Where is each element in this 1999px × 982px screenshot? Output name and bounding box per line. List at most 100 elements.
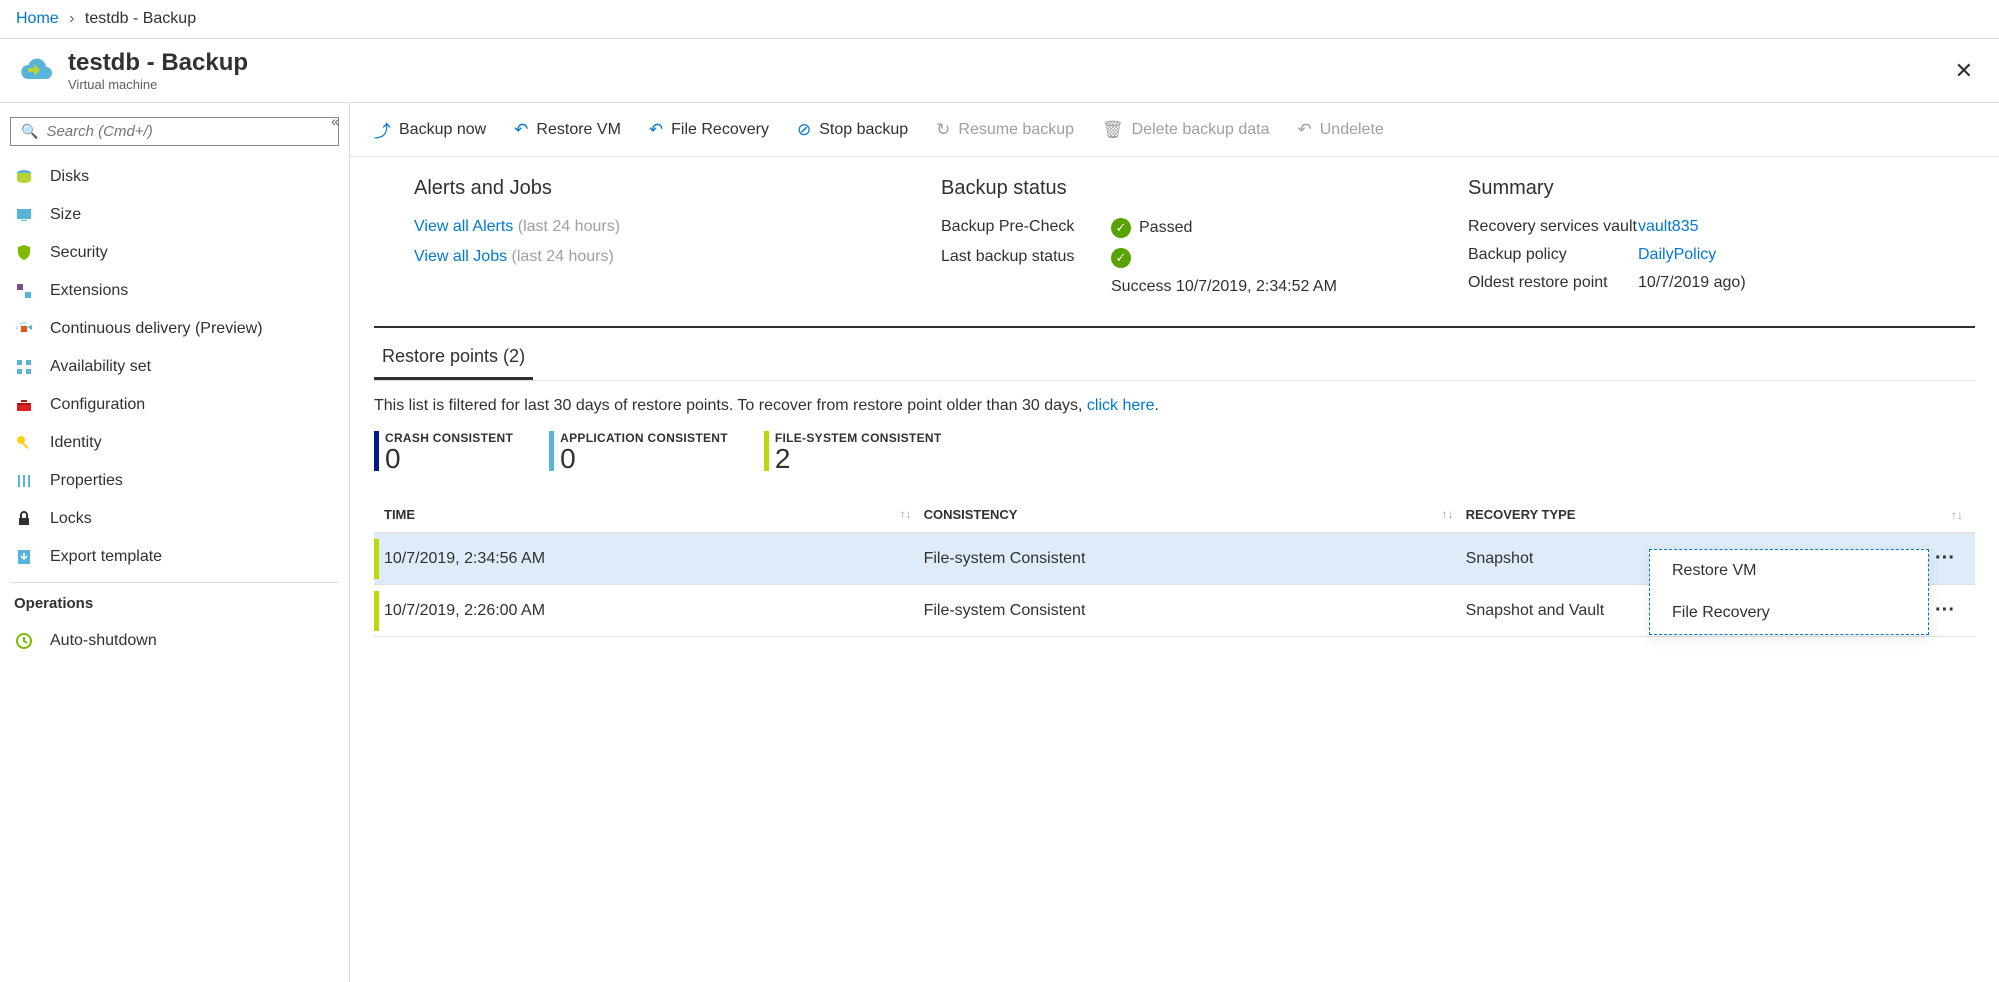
blade-header: testdb - Backup Virtual machine ✕	[0, 39, 1999, 103]
view-jobs-link[interactable]: View all Jobs	[414, 248, 507, 265]
breadcrumb-home[interactable]: Home	[16, 10, 59, 27]
status-column: Backup status Backup Pre-Check✓ Passed La…	[941, 177, 1408, 306]
col-label: CONSISTENCY	[924, 507, 1018, 522]
col-label: TIME	[384, 507, 415, 522]
sidebar-item-label: Properties	[50, 472, 123, 490]
counter-label: APPLICATION CONSISTENT	[560, 431, 728, 445]
col-recovery[interactable]: RECOVERY TYPE	[1466, 497, 1935, 533]
oldest-value: 10/7/2019 ago)	[1638, 274, 1746, 292]
lastbackup-label: Last backup status	[941, 248, 1111, 268]
value: Passed	[1139, 219, 1192, 236]
toolbox-icon	[14, 395, 34, 415]
col-time[interactable]: TIME ↑↓	[384, 497, 924, 533]
sidebar-item-properties[interactable]: Properties	[0, 462, 349, 500]
delete-backup-data-button: 🗑 Delete backup data	[1102, 120, 1269, 140]
sidebar-item-extensions[interactable]: Extensions	[0, 272, 349, 310]
upload-icon: ⤴	[374, 117, 391, 142]
accent-bar	[549, 431, 554, 471]
sidebar-item-configuration[interactable]: Configuration	[0, 386, 349, 424]
vault-label: Recovery services vault	[1468, 218, 1638, 236]
main-content: ⤴ Backup now ↶Restore VM ↶ File Recovery ⊘…	[350, 103, 1999, 982]
trash-icon: 🗑	[1102, 120, 1124, 140]
label: File Recovery	[671, 121, 769, 139]
search-input[interactable]: 🔍	[10, 117, 339, 146]
status-title: Backup status	[941, 177, 1408, 200]
col-label: RECOVERY TYPE	[1466, 507, 1576, 522]
nav-list: Disks Size Security Extensions Continuou…	[0, 158, 349, 576]
extensions-icon	[14, 281, 34, 301]
sidebar-item-auto-shutdown[interactable]: Auto-shutdown	[0, 622, 349, 660]
label: Delete backup data	[1132, 121, 1270, 139]
sidebar-item-size[interactable]: Size	[0, 196, 349, 234]
row-actions-button[interactable]: ···	[1935, 599, 1955, 621]
sidebar: « 🔍 Disks Size Security Extensions Conti…	[0, 103, 350, 982]
cloud-icon	[16, 51, 56, 91]
search-field[interactable]	[46, 123, 328, 140]
resume-backup-button: ↻Resume backup	[936, 120, 1074, 140]
oldest-label: Oldest restore point	[1468, 274, 1638, 292]
context-file-recovery[interactable]: File Recovery	[1650, 592, 1928, 634]
click-here-link[interactable]: click here	[1087, 397, 1155, 414]
undelete-button: ↶Undelete	[1298, 120, 1384, 140]
label: Stop backup	[819, 121, 908, 139]
collapse-icon[interactable]: «	[331, 113, 339, 129]
backup-now-button[interactable]: ⤴ Backup now	[374, 117, 486, 142]
undo-icon: ↶	[649, 120, 663, 140]
sidebar-item-availability-set[interactable]: Availability set	[0, 348, 349, 386]
row-accent	[374, 591, 379, 631]
precheck-value: ✓ Passed	[1111, 218, 1192, 238]
page-title: testdb - Backup	[68, 49, 248, 77]
sort-icon: ↑↓	[900, 507, 912, 521]
policy-link[interactable]: DailyPolicy	[1638, 246, 1716, 264]
export-icon	[14, 547, 34, 567]
sidebar-item-label: Configuration	[50, 396, 145, 414]
row-actions-button[interactable]: ···	[1935, 547, 1955, 569]
lastbackup-detail: Success 10/7/2019, 2:34:52 AM	[1111, 278, 1337, 296]
check-icon: ✓	[1111, 218, 1131, 238]
accent-bar	[374, 431, 379, 471]
muted-label: (last 24 hours)	[518, 218, 620, 235]
sidebar-item-continuous-delivery[interactable]: Continuous delivery (Preview)	[0, 310, 349, 348]
sidebar-item-export-template[interactable]: Export template	[0, 538, 349, 576]
availability-icon	[14, 357, 34, 377]
check-icon: ✓	[1111, 248, 1131, 268]
properties-icon	[14, 471, 34, 491]
sidebar-item-identity[interactable]: Identity	[0, 424, 349, 462]
row-accent	[374, 539, 379, 579]
breadcrumb: Home › testdb - Backup	[0, 0, 1999, 39]
toolbar: ⤴ Backup now ↶Restore VM ↶ File Recovery ⊘…	[350, 103, 1999, 157]
breadcrumb-current: testdb - Backup	[85, 10, 196, 27]
page-subtitle: Virtual machine	[68, 77, 248, 92]
counter-label: CRASH CONSISTENT	[385, 431, 513, 445]
sidebar-item-label: Auto-shutdown	[50, 632, 157, 650]
counter-fs: FILE-SYSTEM CONSISTENT2	[764, 431, 942, 473]
consistency-counters: CRASH CONSISTENT0 APPLICATION CONSISTENT…	[350, 431, 1999, 485]
counter-app: APPLICATION CONSISTENT0	[549, 431, 728, 473]
vault-link[interactable]: vault835	[1638, 218, 1699, 236]
counter-value: 0	[385, 445, 513, 473]
label: Backup now	[399, 121, 486, 139]
tab-restore-points[interactable]: Restore points (2)	[374, 336, 533, 380]
sidebar-item-security[interactable]: Security	[0, 234, 349, 272]
close-button[interactable]: ✕	[1945, 58, 1983, 84]
view-alerts-link[interactable]: View all Alerts	[414, 218, 513, 235]
col-consistency[interactable]: CONSISTENCY↑↓	[924, 497, 1466, 533]
muted-label: (last 24 hours)	[512, 248, 614, 265]
stop-backup-button[interactable]: ⊘Stop backup	[797, 120, 908, 140]
clock-icon	[14, 631, 34, 651]
sidebar-item-locks[interactable]: Locks	[0, 500, 349, 538]
size-icon	[14, 205, 34, 225]
context-restore-vm[interactable]: Restore VM	[1650, 550, 1928, 592]
counter-value: 0	[560, 445, 728, 473]
alerts-title: Alerts and Jobs	[414, 177, 881, 200]
context-menu: Restore VM File Recovery	[1649, 549, 1929, 635]
cell-time: 10/7/2019, 2:26:00 AM	[384, 585, 924, 637]
restore-vm-button[interactable]: ↶Restore VM	[514, 120, 621, 140]
shield-icon	[14, 243, 34, 263]
file-recovery-button[interactable]: ↶ File Recovery	[649, 120, 769, 140]
cell-consistency: File-system Consistent	[924, 533, 1466, 585]
cell-time: 10/7/2019, 2:34:56 AM	[384, 533, 924, 585]
refresh-icon: ↻	[936, 120, 950, 140]
sidebar-item-disks[interactable]: Disks	[0, 158, 349, 196]
precheck-label: Backup Pre-Check	[941, 218, 1111, 238]
